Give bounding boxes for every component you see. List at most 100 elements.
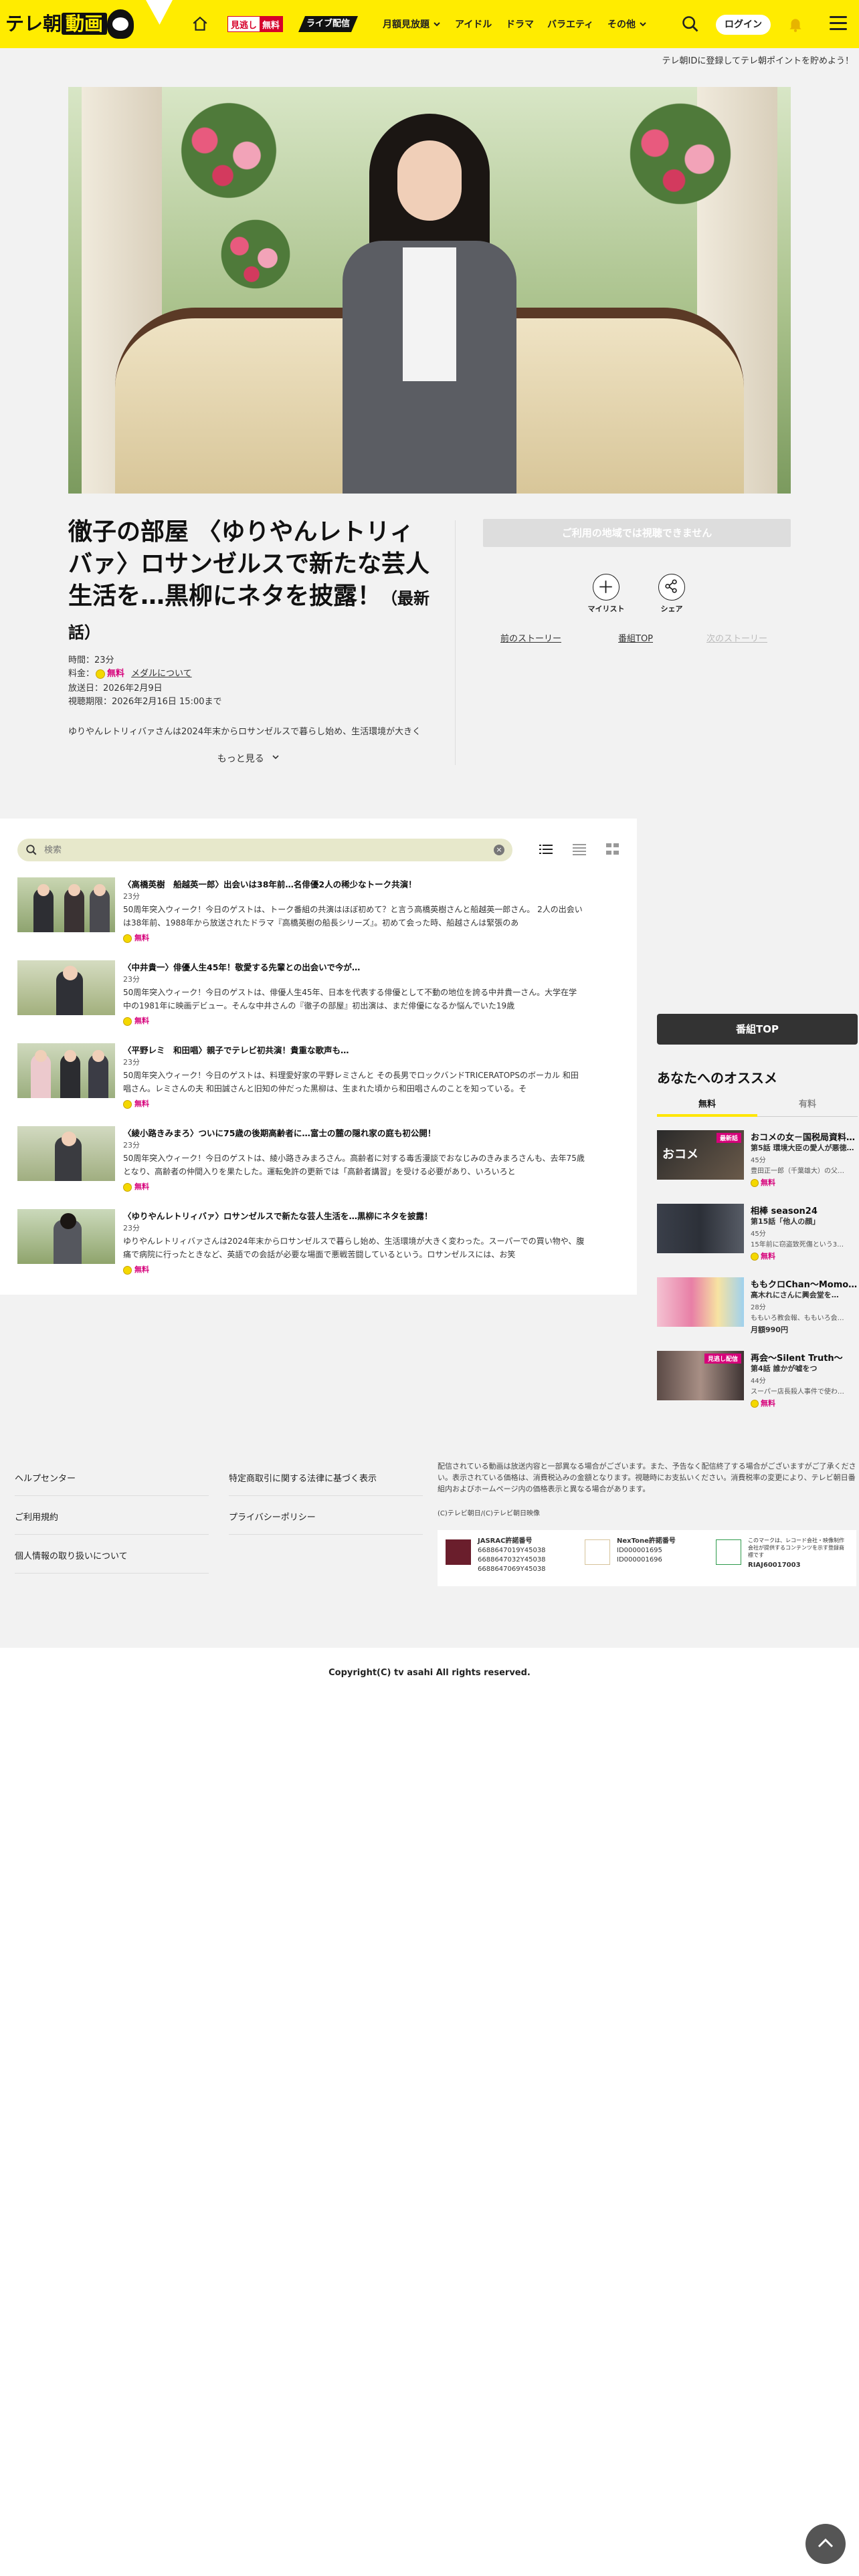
view-compact-button[interactable] bbox=[571, 841, 587, 857]
medal-link[interactable]: メダルについて bbox=[131, 669, 192, 679]
login-button[interactable]: ログイン bbox=[716, 15, 771, 35]
help-center-link[interactable]: ヘルプセンター bbox=[15, 1471, 76, 1484]
list-item-free: 無料 bbox=[123, 932, 149, 943]
list-item[interactable]: 〈高橋英樹 船越英一郎〉出会いは38年前…名俳優2人の稀少なトーク共演！ 23分… bbox=[17, 877, 586, 951]
catchup-free-link[interactable]: 見逃し 無料 bbox=[227, 16, 284, 32]
commercial-law-link[interactable]: 特定商取引に関する法律に基づく表示 bbox=[229, 1471, 377, 1484]
program-top-button[interactable]: 番組TOP bbox=[657, 1014, 858, 1045]
nextone-license: NexTone許諾番号 ID000001695 ID000001696 bbox=[585, 1537, 712, 1580]
menu-subscription[interactable]: 月額見放題 bbox=[383, 0, 442, 48]
home-icon bbox=[193, 16, 207, 31]
live-link[interactable]: ライブ配信 bbox=[298, 16, 358, 32]
chevron-down-icon bbox=[640, 22, 646, 27]
recommend-subtitle: 第5話 環境大臣の愛人が悪徳… bbox=[751, 1144, 854, 1152]
recommend-name: 再会～Silent Truth～ bbox=[751, 1354, 843, 1364]
prev-story-link[interactable]: 前のストーリー bbox=[500, 631, 561, 644]
license-line: 6688647019Y45038 bbox=[478, 1547, 546, 1554]
logo[interactable]: テレ朝 動画 bbox=[0, 0, 173, 48]
menu-drama[interactable]: ドラマ bbox=[506, 0, 534, 48]
list-item-title: 〈ゆりやんレトリィバァ〉ロサンゼルスで新たな芸人生活を…黒柳にネタを披露！ bbox=[123, 1211, 433, 1221]
recommend-price: 無料 bbox=[751, 1177, 775, 1188]
list-item-text: ゆりやんレトリィバァさんは2024年末からロサンゼルスで暮らし始め、生活環境が大… bbox=[123, 1237, 585, 1259]
recommend-thumbnail bbox=[657, 1277, 744, 1327]
view-list-button[interactable] bbox=[538, 841, 554, 857]
license-title: NexTone許諾番号 bbox=[617, 1537, 676, 1545]
list-item[interactable]: 〈平野レミ 和田唱〉親子でテレビ初共演！貴重な歌声も… 23分 50周年突入ウィ… bbox=[17, 1043, 586, 1117]
recommend-item[interactable]: おコメ 最新話 おコメの女－国税局資料… 第5話 環境大臣の愛人が悪徳… 45分… bbox=[657, 1130, 858, 1192]
video-thumbnail[interactable] bbox=[68, 87, 791, 494]
logo-text-b: 動画 bbox=[62, 13, 108, 35]
recommend-title: あなたへのオススメ bbox=[657, 1070, 777, 1086]
divider bbox=[15, 1573, 209, 1574]
tab-paid[interactable]: 有料 bbox=[757, 1097, 858, 1117]
menu-idol[interactable]: アイドル bbox=[455, 0, 492, 48]
episode-search: × bbox=[17, 839, 512, 861]
mylist-label: マイリスト bbox=[587, 605, 625, 613]
scroll-to-top-button[interactable] bbox=[805, 2524, 846, 2564]
footer-note: 配信されている動画は放送内容と一部異なる場合がございます。また、予告なく配信終了… bbox=[438, 1462, 856, 1493]
divider bbox=[15, 1534, 209, 1535]
license-box: JASRAC許諾番号 6688647019Y45038 6688647032Y4… bbox=[438, 1530, 856, 1586]
license-text: このマークは、レコード会社・映像制作会社が提供するコンテンツを示す登録商標です … bbox=[748, 1537, 848, 1569]
tab-free[interactable]: 無料 bbox=[657, 1097, 757, 1117]
list-item[interactable]: 〈綾小路きみまろ〉ついに75歳の後期高齢者に…富士の麓の隠れ家の庭も初公開！ 2… bbox=[17, 1126, 586, 1200]
mylist-button[interactable] bbox=[593, 574, 619, 601]
home-link[interactable] bbox=[191, 0, 209, 48]
privacy-policy-link[interactable]: プライバシーポリシー bbox=[229, 1510, 316, 1523]
clear-icon[interactable]: × bbox=[494, 845, 504, 855]
view-grid-button[interactable] bbox=[605, 841, 621, 857]
recommend-subtitle: 第15話「他人の顔」 bbox=[751, 1217, 820, 1226]
recommend-item[interactable]: 見逃し配信 再会～Silent Truth～ 第4話 誰かが嘘をつ 44分 スー… bbox=[657, 1351, 858, 1412]
search-button[interactable] bbox=[681, 15, 700, 33]
divider bbox=[229, 1495, 423, 1496]
program-top-link[interactable]: 番組TOP bbox=[618, 631, 653, 644]
list-item-free: 無料 bbox=[123, 1181, 149, 1192]
hamburger-menu-icon[interactable] bbox=[830, 16, 847, 31]
region-unavailable-button[interactable]: ご利用の地域では視聴できません bbox=[483, 519, 791, 547]
menu-other[interactable]: その他 bbox=[607, 0, 648, 48]
next-story-link[interactable]: 次のストーリー bbox=[706, 631, 767, 644]
chevron-down-icon bbox=[434, 22, 440, 27]
riaj-logo-icon bbox=[716, 1539, 741, 1565]
recommend-duration: 44分 bbox=[751, 1378, 766, 1385]
logo-text-a: テレ朝 bbox=[5, 13, 62, 35]
list-item[interactable]: 〈ゆりやんレトリィバァ〉ロサンゼルスで新たな芸人生活を…黒柳にネタを披露！ 23… bbox=[17, 1209, 586, 1283]
price-label: 無料 bbox=[761, 1252, 775, 1261]
license-title: RIAJ60017003 bbox=[748, 1562, 801, 1569]
yen-coin-icon bbox=[123, 1099, 132, 1109]
recommend-thumbnail: おコメ 最新話 bbox=[657, 1130, 744, 1180]
search-input[interactable] bbox=[44, 839, 479, 861]
free-label: 無料 bbox=[134, 1016, 149, 1025]
recommend-item[interactable]: ももクロChan～Momo… 高木れにさんに興会堂を… 28分 ももいろ教会報、… bbox=[657, 1277, 858, 1339]
show-more-button[interactable]: もっと見る bbox=[68, 752, 430, 765]
recommend-item[interactable]: 相棒 season24 第15話「他人の顔」 45分 15年前に窃盗致死傷という… bbox=[657, 1204, 858, 1265]
menu-variety[interactable]: バラエティ bbox=[547, 0, 593, 48]
shirt bbox=[403, 247, 456, 381]
recommend-duration: 45分 bbox=[751, 1230, 766, 1238]
notification-button[interactable] bbox=[787, 15, 804, 33]
chevron-down-icon bbox=[272, 755, 279, 760]
license-line: ID000001695 bbox=[617, 1547, 662, 1554]
episode-title: 徹子の部屋 〈ゆりやんレトリィバァ〉ロサンゼルスで新たな芸人生活を…黒柳にネタを… bbox=[68, 516, 430, 649]
episode-title-text: 徹子の部屋 〈ゆりやんレトリィバァ〉ロサンゼルスで新たな芸人生活を…黒柳にネタを… bbox=[68, 518, 430, 610]
divider bbox=[455, 520, 456, 765]
terms-link[interactable]: ご利用規約 bbox=[15, 1510, 58, 1523]
divider bbox=[15, 1495, 209, 1496]
episode-thumbnail bbox=[17, 960, 115, 1015]
yen-coin-icon bbox=[751, 1400, 759, 1408]
share-button[interactable] bbox=[658, 574, 685, 601]
free-label: 無料 bbox=[134, 1182, 149, 1191]
register-banner-text[interactable]: テレ朝IDに登録してテレ朝ポイントを貯めよう！ bbox=[0, 53, 854, 66]
list-view-icon bbox=[539, 845, 553, 854]
list-item[interactable]: 〈中井貴一〉俳優人生45年！敬愛する先輩との出会いで今が… 23分 50周年突入… bbox=[17, 960, 586, 1034]
recommend-subtitle: 第4話 誰かが嘘をつ bbox=[751, 1364, 818, 1373]
yen-coin-icon bbox=[751, 1179, 759, 1187]
divider bbox=[229, 1534, 423, 1535]
latest-tag: 最新話 bbox=[716, 1133, 741, 1143]
price-value: 無料 bbox=[107, 669, 125, 679]
license-line: ID000001696 bbox=[617, 1556, 662, 1564]
menu-label: 月額見放題 bbox=[383, 19, 430, 30]
free-label: 無料 bbox=[134, 934, 149, 942]
privacy-handling-link[interactable]: 個人情報の取り扱いについて bbox=[15, 1549, 128, 1562]
price-label: 無料 bbox=[761, 1399, 775, 1408]
